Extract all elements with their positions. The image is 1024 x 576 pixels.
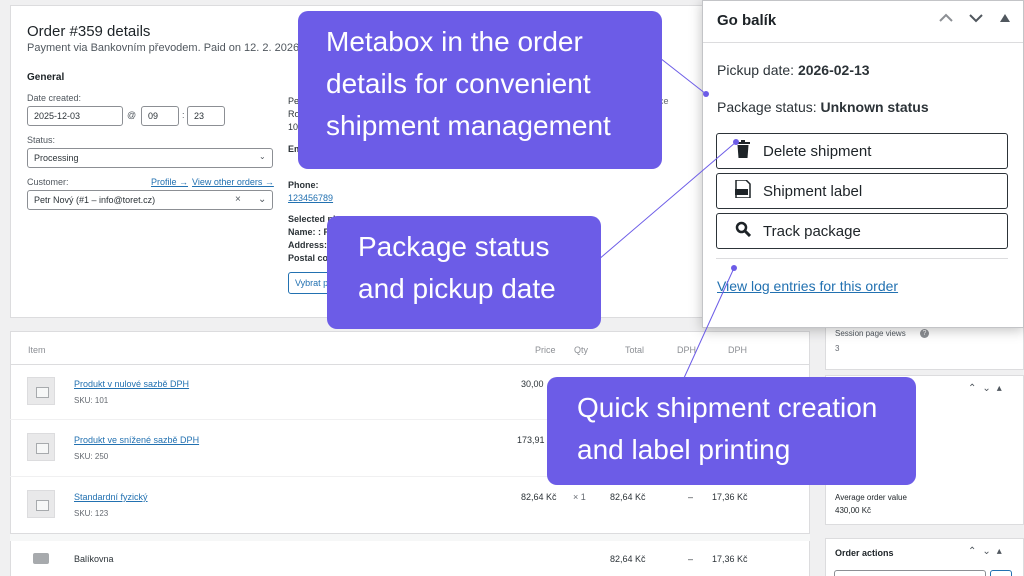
callout-quick-line-2: and label printing [577, 434, 791, 465]
callout-status-line-1: Package status [358, 231, 550, 262]
callout-metabox-line-1: Metabox in the order [326, 26, 583, 57]
callout-metabox-line-3: shipment management [326, 110, 611, 141]
callout-quick-shipment: Quick shipment creation and label printi… [547, 377, 916, 485]
callout-package-status: Package status and pickup date [327, 216, 601, 329]
connector-quick [683, 267, 735, 379]
connector-metabox [659, 57, 707, 95]
callout-status-line-2: and pickup date [358, 273, 556, 304]
connector-dot-quick [731, 265, 737, 271]
connector-dot-metabox [703, 91, 709, 97]
callout-metabox: Metabox in the order details for conveni… [298, 11, 662, 169]
connector-dot-status [733, 139, 739, 145]
callout-quick-line-1: Quick shipment creation [577, 392, 878, 423]
callout-metabox-line-2: details for convenient [326, 68, 591, 99]
